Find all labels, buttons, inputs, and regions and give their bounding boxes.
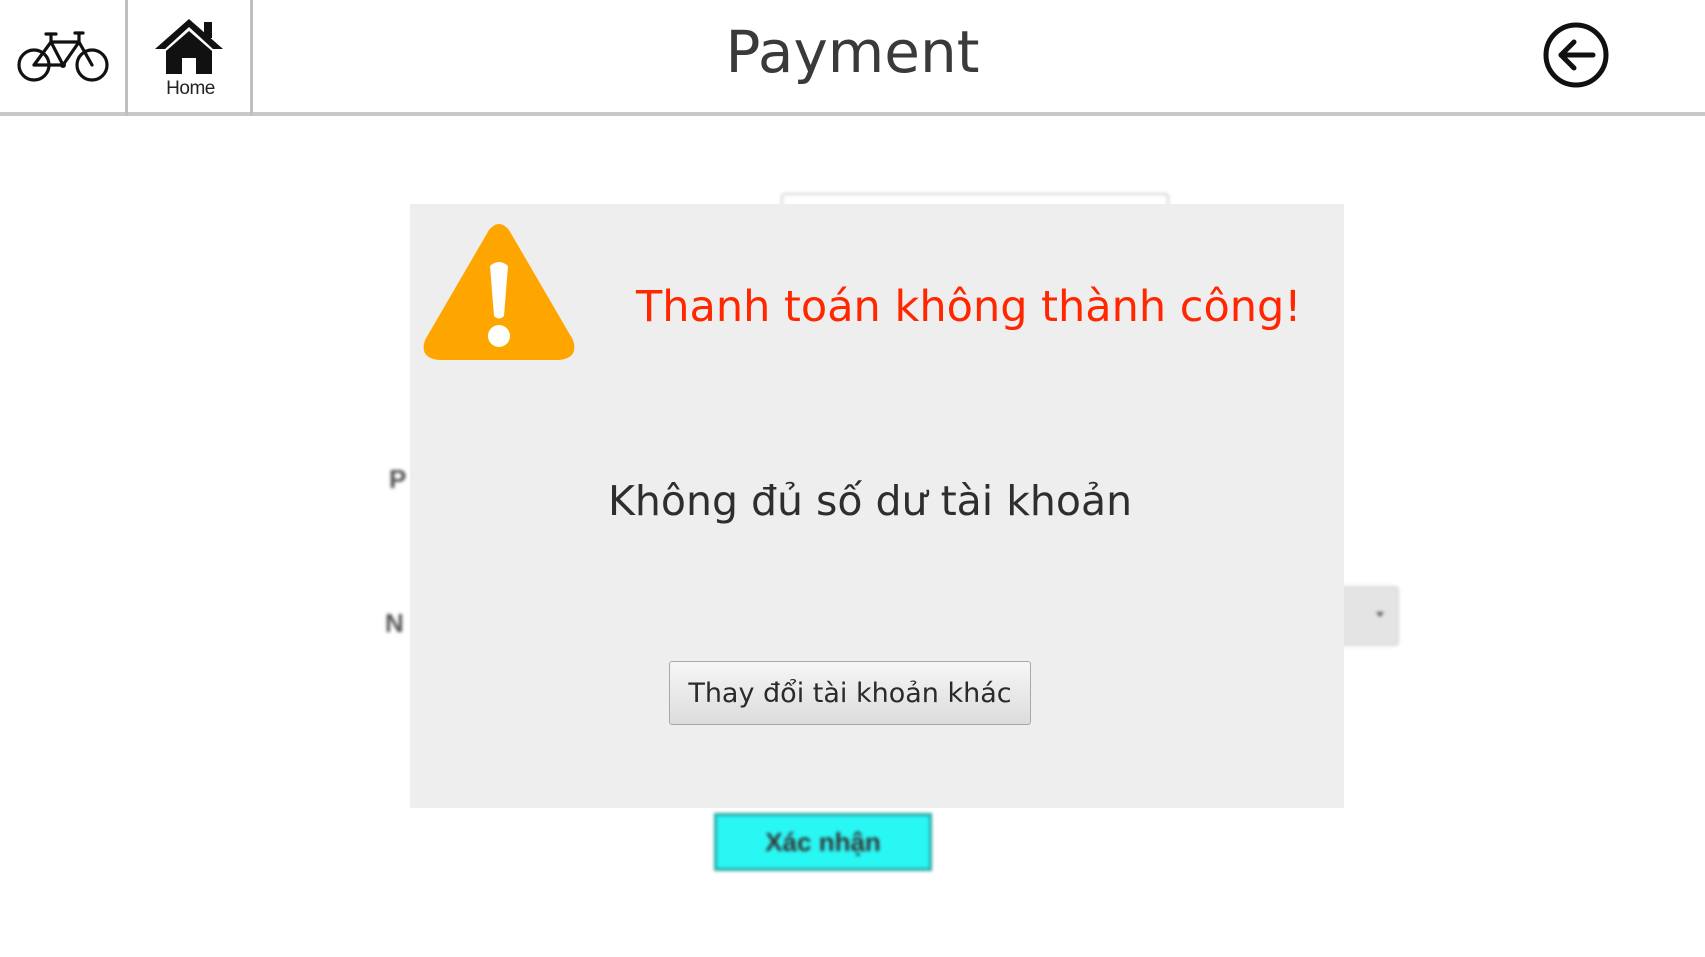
form-label-1: P	[389, 464, 407, 494]
home-icon	[155, 19, 223, 74]
bicycle-icon	[17, 31, 109, 82]
form-label-2: N	[385, 608, 404, 638]
chevron-down-icon	[1376, 612, 1384, 617]
bike-logo-button[interactable]	[0, 0, 128, 116]
dialog-message: Không đủ số dư tài khoản	[608, 477, 1133, 525]
payment-error-dialog: Thanh toán không thành công! Không đủ số…	[410, 204, 1344, 808]
back-arrow-icon	[1543, 22, 1609, 88]
page-title: Payment	[725, 18, 980, 86]
payment-screen: Home Payment P N Xác nhận Thanh toán khô…	[0, 0, 1705, 957]
dialog-title: Thanh toán không thành công!	[636, 282, 1302, 332]
home-label: Home	[166, 78, 215, 99]
home-button[interactable]: Home	[128, 0, 253, 116]
confirm-button: Xác nhận	[714, 813, 932, 871]
change-account-button[interactable]: Thay đổi tài khoản khác	[669, 661, 1031, 725]
back-button[interactable]	[1541, 20, 1611, 90]
top-bar: Home Payment	[0, 0, 1705, 116]
